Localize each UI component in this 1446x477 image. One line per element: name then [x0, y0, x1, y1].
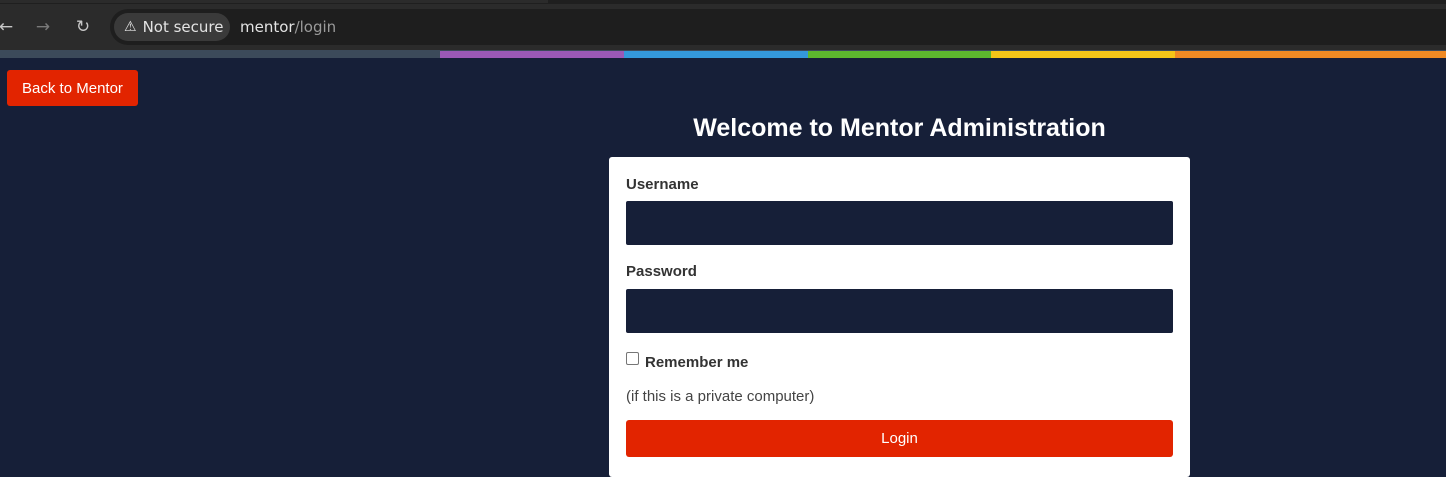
password-field[interactable] — [626, 289, 1173, 333]
login-button[interactable]: Login — [626, 420, 1173, 457]
stripe-segment — [1175, 51, 1446, 58]
back-arrow-icon[interactable]: ← — [0, 15, 18, 39]
stripe-segment — [808, 51, 991, 58]
forward-arrow-icon[interactable]: → — [31, 15, 55, 39]
username-label: Username — [626, 176, 699, 193]
security-label: Not secure — [142, 18, 224, 36]
remember-me-checkbox[interactable] — [626, 352, 639, 365]
url-host: mentor — [240, 18, 295, 36]
password-label: Password — [626, 263, 697, 280]
security-chip[interactable]: ⚠ Not secure — [114, 13, 230, 41]
reload-icon[interactable]: ↻ — [71, 15, 95, 39]
stripe-segment — [624, 51, 808, 58]
private-computer-hint: (if this is a private computer) — [626, 388, 815, 405]
warning-icon: ⚠ — [124, 19, 137, 35]
brand-color-stripe — [0, 51, 1446, 58]
active-tab-edge — [0, 0, 548, 3]
page-title: Welcome to Mentor Administration — [693, 114, 1106, 142]
address-bar[interactable]: ⚠ Not secure mentor/login — [110, 9, 1446, 45]
url-text[interactable]: mentor/login — [240, 18, 336, 36]
username-field[interactable] — [626, 201, 1173, 245]
browser-toolbar: ← → ↻ ⚠ Not secure mentor/login — [0, 4, 1446, 50]
remember-me-label[interactable]: Remember me — [645, 354, 748, 371]
stripe-segment — [0, 51, 440, 58]
stripe-segment — [991, 51, 1175, 58]
url-path: /login — [294, 18, 337, 36]
login-form: Username Password Remember me (if this i… — [609, 157, 1190, 477]
back-to-mentor-button[interactable]: Back to Mentor — [7, 70, 138, 106]
stripe-segment — [440, 51, 624, 58]
